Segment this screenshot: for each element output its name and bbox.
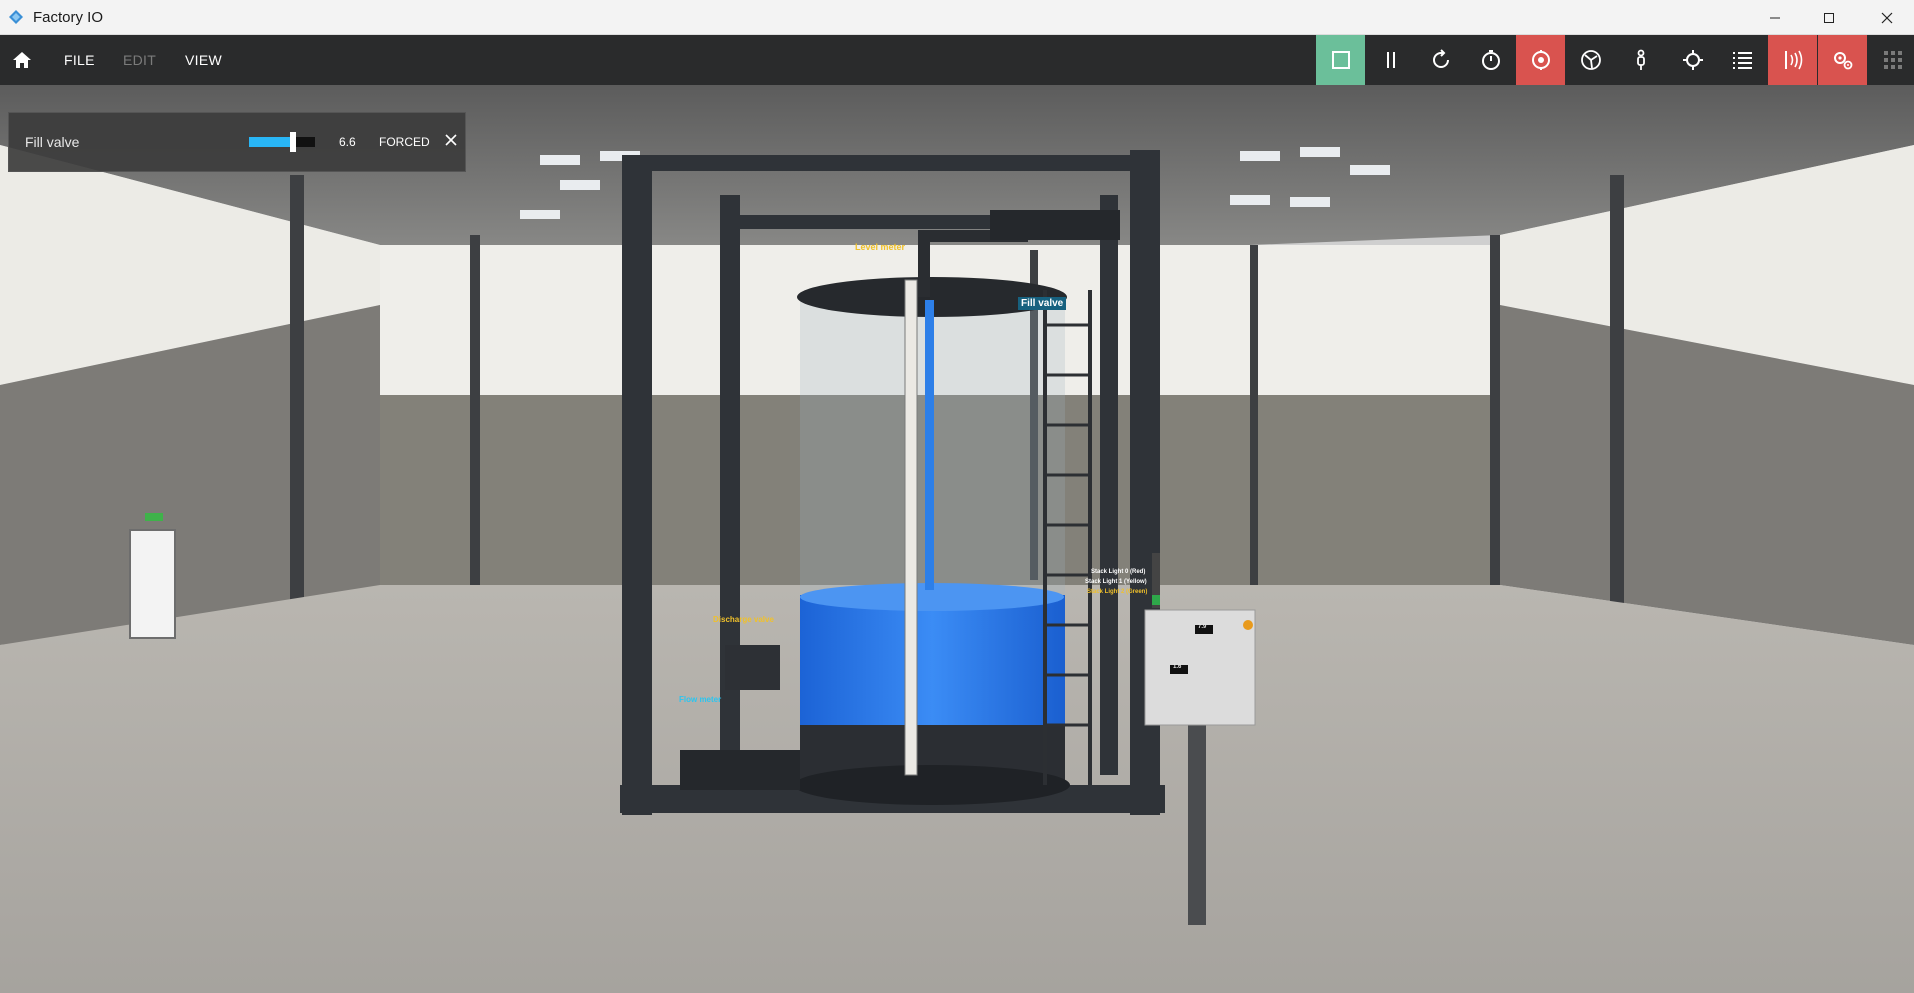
- fill-valve-value: 6.6: [339, 135, 356, 149]
- display-2: 1.6: [1173, 664, 1182, 670]
- reset-icon: [1432, 49, 1449, 68]
- scene-label-stack-light-green[interactable]: Stack Light 2 (Green): [1087, 589, 1147, 595]
- first-person-icon: [1636, 49, 1645, 70]
- scene-label-stack-light-yellow[interactable]: Stack Light 1 (Yellow): [1085, 579, 1147, 585]
- scene-label-level-meter[interactable]: Level meter: [855, 242, 905, 252]
- close-window-button[interactable]: [1864, 0, 1910, 35]
- maximize-button[interactable]: [1806, 0, 1852, 35]
- list-button[interactable]: [1718, 35, 1767, 85]
- 3d-viewport[interactable]: Level meter Fill valve Discharge valve F…: [0, 85, 1914, 993]
- pause-icon: [1386, 52, 1395, 68]
- scene-label-flow-meter[interactable]: Flow meter: [679, 695, 721, 704]
- crosshair-button[interactable]: [1668, 35, 1717, 85]
- timer-icon: [1481, 50, 1500, 70]
- window-title: Factory IO: [33, 9, 104, 26]
- crosshair-icon: [1682, 50, 1703, 70]
- scene-label-fill-valve[interactable]: Fill valve: [1018, 297, 1067, 310]
- menu-edit[interactable]: EDIT: [123, 52, 156, 68]
- menu-view[interactable]: VIEW: [185, 52, 222, 68]
- close-panel-button[interactable]: [441, 130, 461, 150]
- sensor-labels-button[interactable]: [1768, 35, 1817, 85]
- close-icon: [445, 134, 457, 146]
- close-icon: [1881, 12, 1893, 23]
- stop-button[interactable]: [1316, 35, 1365, 85]
- stop-icon: [1331, 51, 1350, 69]
- warehouse-scene: [0, 85, 1914, 993]
- reset-button[interactable]: [1416, 35, 1465, 85]
- grid-icon: [1883, 51, 1902, 69]
- window-titlebar: Factory IO: [0, 0, 1914, 35]
- menu-file[interactable]: FILE: [64, 52, 95, 68]
- camera-orbit-button[interactable]: [1516, 35, 1565, 85]
- minimize-icon: [1770, 17, 1780, 18]
- pause-button[interactable]: [1366, 35, 1415, 85]
- home-button[interactable]: [10, 48, 34, 72]
- fly-camera-icon: [1580, 50, 1601, 70]
- fill-valve-slider[interactable]: [249, 132, 315, 152]
- scene-label-discharge-valve[interactable]: Discharge valve: [713, 615, 774, 624]
- sensor-labels-icon: [1784, 50, 1802, 70]
- display-1: 7.9: [1198, 624, 1207, 630]
- fly-camera-button[interactable]: [1566, 35, 1615, 85]
- camera-orbit-icon: [1531, 50, 1550, 70]
- maximize-icon: [1824, 12, 1834, 23]
- list-icon: [1732, 52, 1752, 69]
- actuator-labels-icon: [1833, 52, 1852, 70]
- factory-io-logo-icon: [9, 10, 23, 24]
- grid-button[interactable]: [1868, 35, 1914, 85]
- home-icon: [13, 52, 31, 68]
- minimize-button[interactable]: [1752, 0, 1798, 35]
- fill-valve-slider-thumb[interactable]: [289, 132, 296, 152]
- scene-label-stack-light-red[interactable]: Stack Light 0 (Red): [1091, 569, 1145, 575]
- actuator-labels-button[interactable]: [1818, 35, 1867, 85]
- fill-valve-label: Fill valve: [25, 134, 80, 150]
- timer-button[interactable]: [1466, 35, 1515, 85]
- forced-badge[interactable]: FORCED: [379, 135, 430, 149]
- fill-valve-slider-fill: [249, 137, 293, 147]
- main-toolbar: FILE EDIT VIEW: [0, 35, 1914, 85]
- first-person-button[interactable]: [1616, 35, 1665, 85]
- fill-valve-force-panel: Fill valve 6.6 FORCED: [8, 112, 466, 172]
